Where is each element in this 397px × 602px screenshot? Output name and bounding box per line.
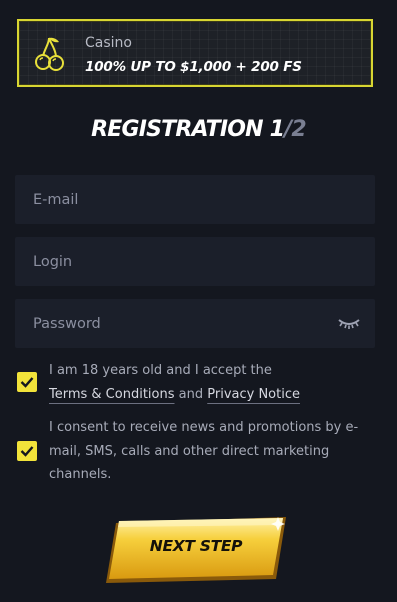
checkmark-icon: [20, 446, 34, 457]
step-total: 2: [291, 117, 306, 142]
privacy-notice-link[interactable]: Privacy Notice: [207, 387, 300, 402]
email-field-container: [15, 175, 375, 224]
marketing-consent-text: I consent to receive news and promotions…: [49, 420, 359, 482]
consent-joiner: and: [178, 387, 204, 402]
promo-category: Casino: [85, 35, 132, 51]
cherries-icon: [35, 37, 64, 71]
title-text: REGISTRATION 1: [91, 117, 285, 142]
marketing-consent-checkbox[interactable]: [17, 441, 37, 461]
checkmark-icon: [20, 377, 34, 388]
promo-offer-text: 100% UP TO $1,000 + 200 FS: [85, 59, 302, 75]
consent-age-text: I am 18 years old and I accept the: [49, 363, 272, 378]
email-field[interactable]: [15, 175, 375, 224]
login-field-container: [15, 237, 375, 286]
terms-conditions-link[interactable]: Terms & Conditions: [49, 387, 175, 402]
password-field-container: [15, 299, 375, 348]
password-field[interactable]: [15, 299, 375, 348]
age-terms-checkbox[interactable]: [17, 372, 37, 392]
promo-banner[interactable]: Casino 100% UP TO $1,000 + 200 FS: [17, 19, 373, 87]
age-terms-consent-text: I am 18 years old and I accept the Terms…: [49, 359, 367, 407]
next-step-button[interactable]: NEXT STEP: [106, 517, 286, 583]
login-field[interactable]: [15, 237, 375, 286]
next-step-label[interactable]: NEXT STEP: [106, 537, 286, 555]
registration-title: REGISTRATION 1/2: [0, 117, 397, 142]
eye-closed-icon[interactable]: [337, 315, 361, 331]
